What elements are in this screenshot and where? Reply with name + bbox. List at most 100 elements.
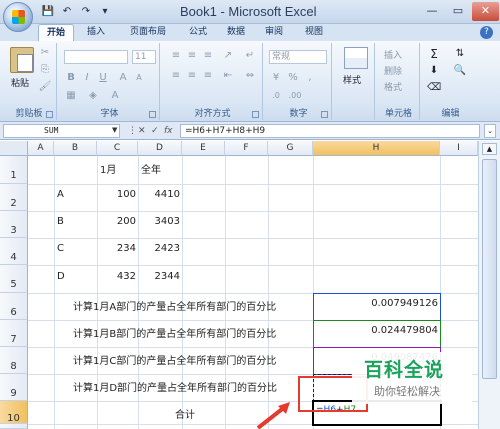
- increase-decimal-icon[interactable]: .0: [269, 89, 283, 103]
- column-header-b[interactable]: B: [54, 141, 97, 156]
- find-select-icon[interactable]: 🔍: [453, 64, 467, 78]
- row-header-6[interactable]: 6: [0, 293, 28, 320]
- column-header-e[interactable]: E: [182, 141, 225, 156]
- fill-icon[interactable]: ⬇: [427, 64, 441, 78]
- maximize-button[interactable]: ▭: [446, 2, 470, 21]
- underline-icon[interactable]: U: [96, 71, 110, 85]
- cell-b5[interactable]: D: [57, 271, 65, 282]
- help-icon[interactable]: ?: [480, 26, 493, 39]
- format-cells-button[interactable]: 格式: [384, 80, 402, 93]
- align-center-icon[interactable]: ≡: [185, 69, 199, 83]
- scroll-up-icon[interactable]: ▲: [482, 143, 497, 155]
- autosum-icon[interactable]: Σ: [427, 47, 441, 61]
- copy-icon[interactable]: ⎘: [38, 63, 52, 77]
- redo-icon[interactable]: ↷: [78, 4, 94, 20]
- grow-font-icon[interactable]: A: [116, 71, 130, 85]
- percent-icon[interactable]: %: [286, 71, 300, 85]
- scroll-thumb[interactable]: [482, 159, 497, 379]
- align-bottom-icon[interactable]: ≡: [201, 49, 215, 63]
- align-right-icon[interactable]: ≡: [201, 69, 215, 83]
- undo-icon[interactable]: ↶: [59, 4, 75, 20]
- expand-formula-bar-icon[interactable]: ⌄: [484, 124, 496, 138]
- align-left-icon[interactable]: ≡: [169, 69, 183, 83]
- cell-b4[interactable]: C: [57, 243, 64, 254]
- formula-input[interactable]: =H6+H7+H8+H9: [180, 124, 480, 138]
- clipboard-dialog-launcher-icon[interactable]: [46, 111, 53, 118]
- row-header-7[interactable]: 7: [0, 320, 28, 347]
- cell-b2[interactable]: A: [57, 189, 64, 200]
- font-size-select[interactable]: 11: [132, 50, 156, 64]
- tab-data[interactable]: 数据: [220, 24, 252, 41]
- row-header-8[interactable]: 8: [0, 347, 28, 374]
- orientation-icon[interactable]: ↗: [221, 49, 235, 63]
- column-header-i[interactable]: I: [440, 141, 478, 156]
- row-header-5[interactable]: 5: [0, 265, 28, 293]
- fill-color-icon[interactable]: ◈: [86, 89, 100, 103]
- cell-d2[interactable]: 4410: [138, 189, 180, 200]
- tab-page-layout[interactable]: 页面布局: [120, 24, 176, 41]
- decrease-decimal-icon[interactable]: .00: [288, 89, 302, 103]
- comma-style-icon[interactable]: ,: [303, 71, 317, 85]
- styles-button[interactable]: 样式: [343, 73, 361, 86]
- alignment-dialog-launcher-icon[interactable]: [252, 111, 259, 118]
- wrap-text-icon[interactable]: ↵: [243, 49, 257, 63]
- cell-b8[interactable]: 计算1月C部门的产量占全年所有部门的百分比: [73, 352, 276, 367]
- delete-cells-button[interactable]: 删除: [384, 64, 402, 77]
- cell-b10[interactable]: 合计: [175, 406, 195, 421]
- paste-icon[interactable]: [10, 47, 34, 73]
- row-header-4[interactable]: 4: [0, 238, 28, 265]
- cell-d5[interactable]: 2344: [138, 271, 180, 282]
- font-color-icon[interactable]: A: [108, 89, 122, 103]
- name-box[interactable]: SUM: [3, 124, 120, 138]
- column-header-c[interactable]: C: [97, 141, 138, 156]
- merge-center-icon[interactable]: ⇔: [243, 69, 257, 83]
- cell-c2[interactable]: 100: [97, 189, 136, 200]
- minimize-button[interactable]: —: [420, 2, 444, 21]
- cancel-icon[interactable]: ✕: [138, 124, 146, 138]
- office-button[interactable]: [3, 2, 33, 32]
- name-box-dropdown-icon[interactable]: ▼: [112, 126, 117, 134]
- enter-icon[interactable]: ✓: [151, 124, 159, 138]
- row-header-1[interactable]: 1: [0, 156, 28, 184]
- sort-filter-icon[interactable]: ⇅: [453, 47, 467, 61]
- select-all-corner[interactable]: [0, 141, 28, 156]
- number-dialog-launcher-icon[interactable]: [321, 111, 328, 118]
- row-header-9[interactable]: 9: [0, 374, 28, 401]
- tab-formulas[interactable]: 公式: [182, 24, 214, 41]
- customize-qat-icon[interactable]: ▾: [97, 4, 113, 20]
- currency-icon[interactable]: ¥: [269, 71, 283, 85]
- clear-icon[interactable]: ⌫: [427, 81, 441, 95]
- shrink-font-icon[interactable]: A: [132, 71, 146, 85]
- format-painter-icon[interactable]: 🖌: [38, 80, 52, 94]
- insert-cells-button[interactable]: 插入: [384, 48, 402, 61]
- column-header-d[interactable]: D: [138, 141, 182, 156]
- cut-icon[interactable]: ✂: [38, 46, 52, 60]
- align-top-icon[interactable]: ≡: [169, 49, 183, 63]
- tab-view[interactable]: 视图: [298, 24, 330, 41]
- cell-d3[interactable]: 3403: [138, 216, 180, 227]
- vertical-scrollbar[interactable]: ▲: [478, 141, 500, 429]
- paste-button[interactable]: 粘贴: [11, 76, 29, 89]
- cell-b6[interactable]: 计算1月A部门的产量占全年所有部门的百分比: [73, 298, 276, 313]
- align-middle-icon[interactable]: ≡: [185, 49, 199, 63]
- column-header-h[interactable]: H: [313, 141, 440, 156]
- tab-home[interactable]: 开始: [38, 24, 74, 41]
- column-header-f[interactable]: F: [225, 141, 268, 156]
- styles-icon[interactable]: [344, 47, 368, 69]
- borders-icon[interactable]: ▦: [64, 89, 78, 103]
- font-name-select[interactable]: [64, 50, 128, 64]
- cell-c4[interactable]: 234: [97, 243, 136, 254]
- row-header-11[interactable]: [0, 424, 28, 429]
- tab-insert[interactable]: 插入: [80, 24, 112, 41]
- cell-d4[interactable]: 2423: [138, 243, 180, 254]
- cell-b3[interactable]: B: [57, 216, 64, 227]
- row-header-2[interactable]: 2: [0, 184, 28, 211]
- italic-icon[interactable]: I: [80, 71, 94, 85]
- cell-c1[interactable]: 1月: [100, 161, 116, 176]
- row-header-3[interactable]: 3: [0, 211, 28, 238]
- column-header-g[interactable]: G: [268, 141, 313, 156]
- number-format-select[interactable]: 常规: [269, 50, 327, 64]
- column-header-a[interactable]: A: [28, 141, 54, 156]
- row-header-10[interactable]: 10: [0, 401, 28, 424]
- cell-c3[interactable]: 200: [97, 216, 136, 227]
